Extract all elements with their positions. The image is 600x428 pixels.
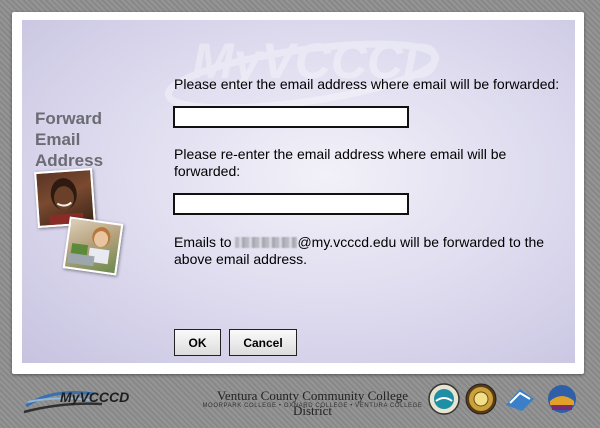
college-list: MOORPARK COLLEGE • OXNARD COLLEGE • VENT… <box>202 403 423 409</box>
confirm-email-input[interactable] <box>173 193 409 215</box>
redacted-username <box>235 237 298 248</box>
title-line: Forward <box>35 109 103 128</box>
title-line: Address <box>35 151 104 170</box>
forwarding-note: Emails to @my.vcccd.edu will be forwarde… <box>174 234 554 268</box>
student-laptop-photo <box>62 216 124 276</box>
title-line: Email <box>35 130 81 149</box>
cancel-button[interactable]: Cancel <box>229 329 297 356</box>
email-label: Please enter the email address where ema… <box>174 76 560 92</box>
confirm-email-label: Please re-enter the email address where … <box>174 146 507 179</box>
footer-logo-text: MyVCCCD <box>60 389 129 405</box>
district-seal-icon <box>428 383 460 415</box>
note-prefix: Emails to <box>174 234 232 250</box>
main-frame: MyVCCCD Forward Email Address Please ent… <box>12 12 584 374</box>
myvcccd-footer-logo: MyVCCCD <box>23 389 129 414</box>
content-panel: MyVCCCD Forward Email Address Please ent… <box>22 20 575 363</box>
oxnard-college-logo-icon <box>506 389 534 411</box>
page-title: Forward Email Address <box>35 108 103 171</box>
ok-button[interactable]: OK <box>174 329 221 356</box>
ventura-college-logo-icon <box>548 385 576 413</box>
moorpark-college-seal-icon <box>465 383 497 415</box>
email-input[interactable] <box>173 106 409 128</box>
